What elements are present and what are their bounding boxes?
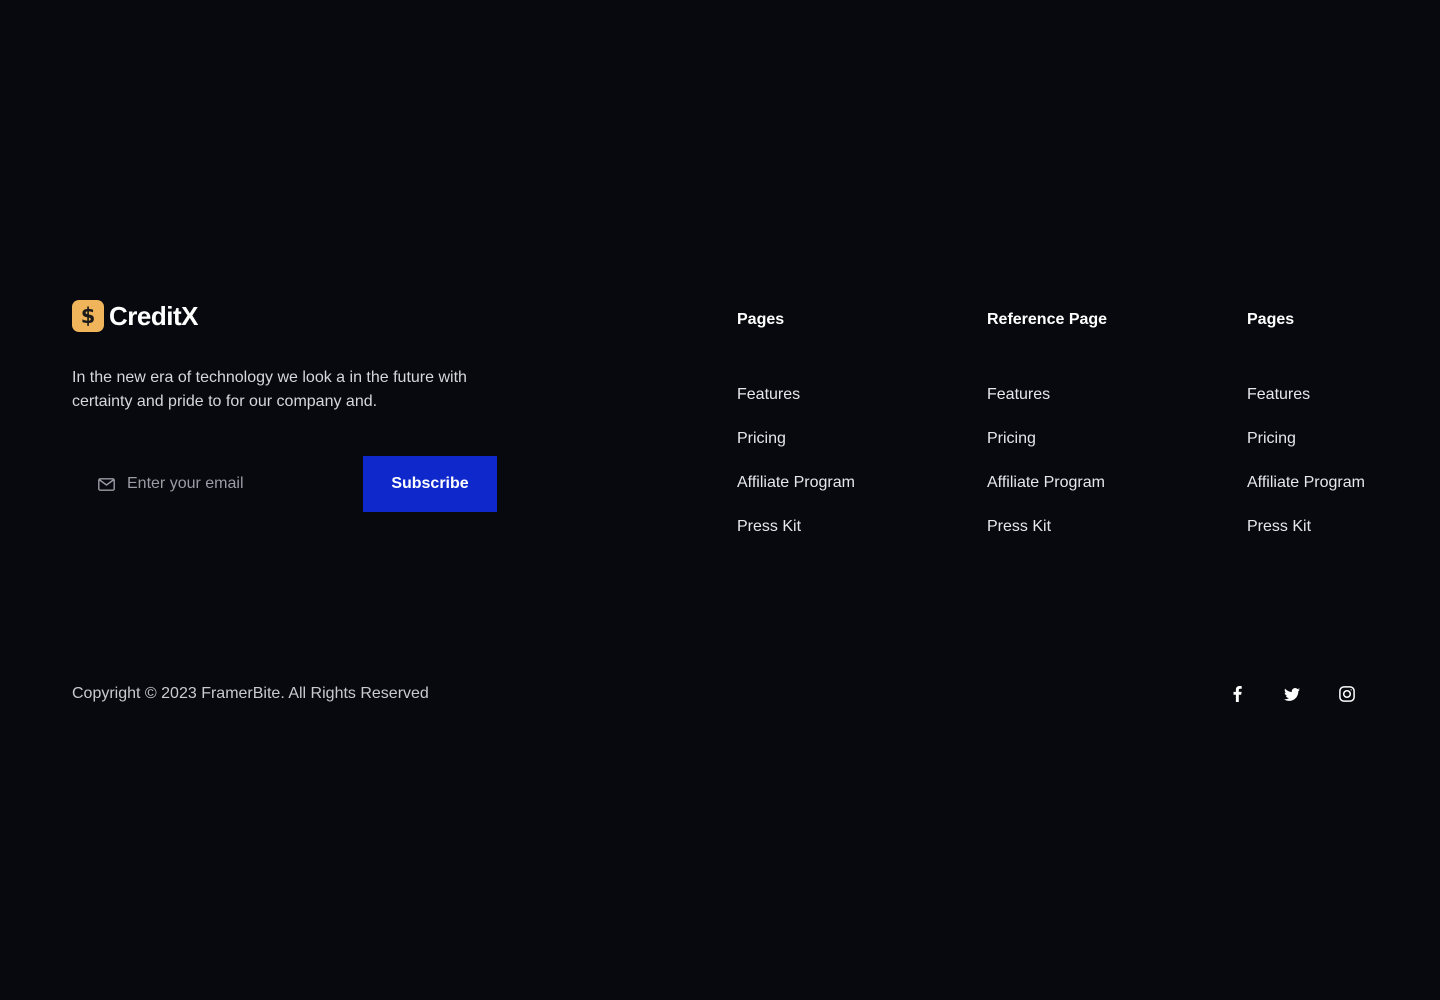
footer-link-press-kit[interactable]: Press Kit [1247, 517, 1311, 537]
site-footer: $ CreditX In the new era of technology w… [0, 0, 1440, 1000]
column-heading: Reference Page [987, 311, 1108, 328]
footer-link-affiliate-program[interactable]: Affiliate Program [1247, 473, 1365, 493]
footer-column-pages-secondary: Pages Features Pricing Affiliate Program… [1247, 310, 1365, 561]
footer-link-features[interactable]: Features [987, 385, 1050, 405]
brand-column: $ CreditX In the new era of technology w… [72, 300, 512, 512]
footer-column-pages: Pages Features Pricing Affiliate Program… [737, 310, 855, 561]
column-link-list: Features Pricing Affiliate Program Press… [1247, 385, 1365, 561]
footer-link-press-kit[interactable]: Press Kit [737, 517, 801, 537]
svg-text:$: $ [81, 304, 96, 328]
brand-name: CreditX [109, 300, 198, 331]
email-input[interactable] [127, 475, 347, 493]
brand-tagline: In the new era of technology we look a i… [72, 369, 467, 410]
twitter-icon[interactable] [1280, 684, 1304, 704]
footer-link-features[interactable]: Features [737, 385, 800, 405]
dollar-icon: $ [72, 300, 104, 332]
column-heading: Pages [1247, 311, 1295, 328]
column-heading: Pages [737, 311, 785, 328]
footer-link-press-kit[interactable]: Press Kit [987, 517, 1051, 537]
mail-icon [97, 475, 115, 493]
column-link-list: Features Pricing Affiliate Program Press… [987, 385, 1107, 561]
social-links [1225, 684, 1359, 704]
footer-link-affiliate-program[interactable]: Affiliate Program [737, 473, 855, 493]
newsletter-form: Subscribe [72, 456, 512, 512]
footer-link-pricing[interactable]: Pricing [737, 429, 786, 449]
column-link-list: Features Pricing Affiliate Program Press… [737, 385, 855, 561]
footer-link-affiliate-program[interactable]: Affiliate Program [987, 473, 1105, 493]
footer-link-pricing[interactable]: Pricing [1247, 429, 1296, 449]
footer-link-features[interactable]: Features [1247, 385, 1310, 405]
facebook-icon[interactable] [1225, 684, 1249, 704]
email-field-wrapper [72, 456, 363, 512]
footer-link-pricing[interactable]: Pricing [987, 429, 1036, 449]
copyright-text: Copyright © 2023 FramerBite. All Rights … [72, 685, 429, 702]
footer-column-reference-page: Reference Page Features Pricing Affiliat… [987, 310, 1107, 561]
logo[interactable]: $ CreditX [72, 300, 512, 332]
instagram-icon[interactable] [1335, 684, 1359, 704]
subscribe-button[interactable]: Subscribe [363, 456, 497, 512]
